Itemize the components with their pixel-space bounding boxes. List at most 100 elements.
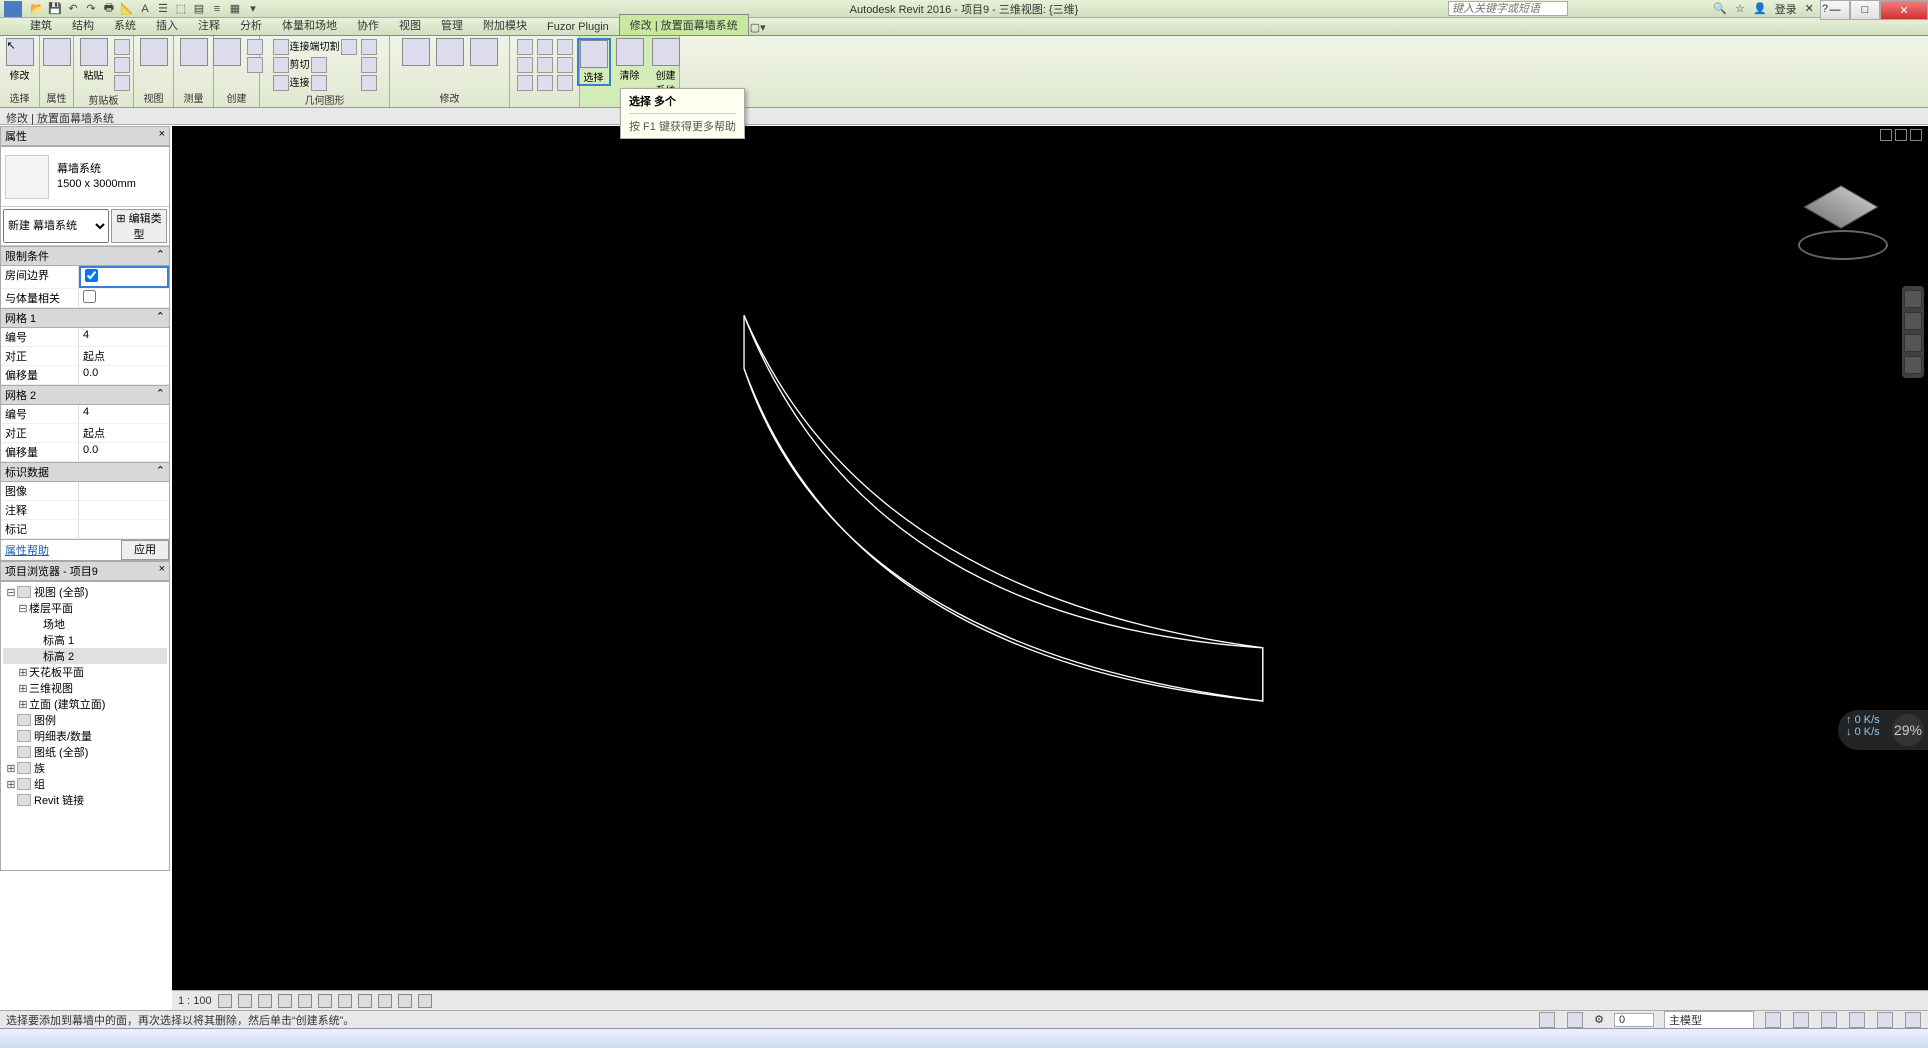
geom-opt1-icon[interactable] [361, 39, 377, 55]
array-icon[interactable] [537, 57, 553, 73]
properties-header[interactable]: 属性 × [0, 126, 170, 146]
edit-type-button[interactable]: ⊞ 编辑类型 [111, 209, 167, 243]
windows-taskbar[interactable] [0, 1028, 1928, 1048]
tree-3dviews[interactable]: ⊞三维视图 [3, 680, 167, 696]
nav-wheel-icon[interactable] [1904, 290, 1922, 308]
group-identity[interactable]: 标识数据⌃ [1, 462, 169, 482]
workset-icon[interactable] [1539, 1012, 1555, 1028]
drawing-canvas[interactable]: ↑ 0 K/s ↓ 0 K/s 29% 1 : 100 [172, 126, 1928, 1010]
row-g1-num[interactable]: 编号4 [1, 328, 169, 347]
row-g1-just[interactable]: 对正起点 [1, 347, 169, 366]
cut-icon[interactable] [114, 39, 130, 55]
tree-level2[interactable]: 标高 2 [3, 648, 167, 664]
delete-icon[interactable] [557, 75, 573, 91]
instance-filter-combo[interactable]: 新建 幕墙系统 [3, 209, 109, 243]
row-image[interactable]: 图像 [1, 482, 169, 501]
row-g2-off[interactable]: 偏移量0.0 [1, 443, 169, 462]
scale-label[interactable]: 1 : 100 [178, 995, 212, 1007]
tab-manage[interactable]: 管理 [431, 15, 473, 35]
crop-icon[interactable] [318, 994, 332, 1008]
view-button[interactable] [137, 38, 171, 66]
select-pinned-icon[interactable] [1821, 1012, 1837, 1028]
properties-button[interactable] [40, 38, 74, 66]
row-g2-num[interactable]: 编号4 [1, 405, 169, 424]
tab-architecture[interactable]: 建筑 [20, 15, 62, 35]
reveal-icon[interactable] [398, 994, 412, 1008]
joingeo-drop-icon[interactable] [311, 75, 327, 91]
split-icon[interactable] [537, 39, 553, 55]
modify-tool[interactable]: ↖修改 [3, 38, 37, 82]
pin-icon[interactable] [557, 39, 573, 55]
nav-orbit-icon[interactable] [1904, 356, 1922, 374]
tab-structure[interactable]: 结构 [62, 15, 104, 35]
nav-zoom-icon[interactable] [1904, 334, 1922, 352]
row-mark[interactable]: 标记 [1, 520, 169, 539]
row-g1-off[interactable]: 偏移量0.0 [1, 366, 169, 385]
cutgeo-icon[interactable] [273, 57, 289, 73]
login-label[interactable]: 登录 [1775, 1, 1797, 17]
view-max-icon[interactable] [1895, 129, 1907, 141]
filter-icon[interactable] [1905, 1012, 1921, 1028]
cutgeo-drop-icon[interactable] [311, 57, 327, 73]
worksharing-icon[interactable] [418, 994, 432, 1008]
select-links-icon[interactable] [1765, 1012, 1781, 1028]
copy-icon[interactable] [114, 57, 130, 73]
tree-families[interactable]: ⊞族 [3, 760, 167, 776]
tab-modify-context[interactable]: 修改 | 放置面幕墙系统 [619, 14, 749, 35]
rotate-button[interactable] [433, 38, 467, 66]
tree-links[interactable]: Revit 链接 [3, 792, 167, 808]
sun-path-icon[interactable] [258, 994, 272, 1008]
move-button[interactable] [399, 38, 433, 66]
tree-sheets[interactable]: 图纸 (全部) [3, 744, 167, 760]
tab-insert[interactable]: 插入 [146, 15, 188, 35]
maximize-button[interactable]: □ [1850, 0, 1880, 20]
tab-analyze[interactable]: 分析 [230, 15, 272, 35]
geom-opt3-icon[interactable] [361, 75, 377, 91]
type-selector[interactable]: 幕墙系统 1500 x 3000mm [1, 147, 169, 207]
view-cube-face[interactable] [1803, 185, 1878, 228]
row-mass-related[interactable]: 与体量相关 [1, 289, 169, 308]
help-search-input[interactable] [1448, 1, 1568, 16]
tab-addins[interactable]: 附加模块 [473, 15, 537, 35]
tab-view[interactable]: 视图 [389, 15, 431, 35]
room-bound-checkbox[interactable] [85, 269, 98, 282]
detail-level-icon[interactable] [218, 994, 232, 1008]
tree-site[interactable]: 场地 [3, 616, 167, 632]
clear-selection-button[interactable]: 清除 [613, 38, 647, 82]
tree-schedules[interactable]: 明细表/数量 [3, 728, 167, 744]
mirror-button[interactable] [467, 38, 501, 66]
ribbon-expand-icon[interactable]: ▢▾ [750, 19, 766, 35]
unpin-icon[interactable] [557, 57, 573, 73]
tree-legends[interactable]: 图例 [3, 712, 167, 728]
select-multiple-button[interactable]: 选择 [577, 38, 611, 86]
user-icon[interactable]: 👤 [1753, 2, 1767, 15]
visual-style-icon[interactable] [238, 994, 252, 1008]
mass-related-checkbox[interactable] [83, 290, 96, 303]
help-icon[interactable]: ? [1822, 3, 1828, 15]
tree-floor-plans[interactable]: ⊟楼层平面 [3, 600, 167, 616]
row-room-bound[interactable]: 房间边界 [1, 266, 169, 289]
crop-region-icon[interactable] [338, 994, 352, 1008]
property-help-link[interactable]: 属性帮助 [1, 540, 121, 560]
browser-close-icon[interactable]: × [159, 563, 165, 579]
joingeo-icon[interactable] [273, 75, 289, 91]
tree-groups[interactable]: ⊞组 [3, 776, 167, 792]
tab-annotate[interactable]: 注释 [188, 15, 230, 35]
close-button[interactable]: ✕ [1880, 0, 1928, 20]
select-face-icon[interactable] [1849, 1012, 1865, 1028]
view-min-icon[interactable] [1880, 129, 1892, 141]
cope-drop-icon[interactable] [341, 39, 357, 55]
tab-systems[interactable]: 系统 [104, 15, 146, 35]
nav-pan-icon[interactable] [1904, 312, 1922, 330]
tree-level1[interactable]: 标高 1 [3, 632, 167, 648]
group-grid1[interactable]: 网格 1⌃ [1, 308, 169, 328]
temp-hide-icon[interactable] [378, 994, 392, 1008]
browser-header[interactable]: 项目浏览器 - 项目9 × [0, 561, 170, 581]
row-g2-just[interactable]: 对正起点 [1, 424, 169, 443]
tree-views[interactable]: ⊟视图 (全部) [3, 584, 167, 600]
star-icon[interactable]: ☆ [1735, 2, 1745, 15]
group-grid2[interactable]: 网格 2⌃ [1, 385, 169, 405]
cope-icon[interactable] [273, 39, 289, 55]
apply-button[interactable]: 应用 [121, 540, 169, 560]
main-model-combo[interactable]: 主模型 [1664, 1011, 1754, 1029]
